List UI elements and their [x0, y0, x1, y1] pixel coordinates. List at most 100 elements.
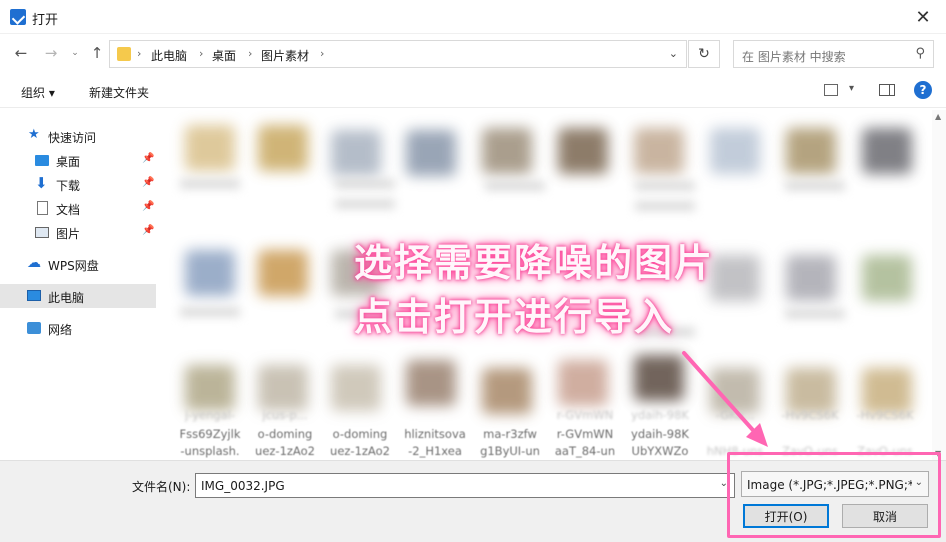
file-thumbnail[interactable] [634, 128, 684, 174]
file-thumbnail[interactable] [482, 368, 532, 414]
forward-arrow-icon[interactable]: → [42, 44, 60, 62]
breadcrumb-separator[interactable]: › [248, 47, 252, 60]
vertical-scrollbar[interactable]: ▲ ▼ [932, 110, 946, 460]
pictures-icon [35, 227, 49, 238]
sidebar-item-label: 下载 [56, 179, 81, 193]
star-icon: ★ [28, 127, 40, 142]
blurred-filename [335, 180, 395, 188]
new-folder-button[interactable]: 新建文件夹 [89, 84, 149, 101]
file-thumbnail[interactable] [258, 365, 308, 411]
preview-pane-icon[interactable] [879, 84, 895, 96]
blurred-filename [785, 182, 845, 190]
file-thumbnail[interactable] [786, 128, 836, 174]
file-thumbnail[interactable] [258, 125, 308, 171]
file-name: ma-r3zfw [483, 427, 537, 441]
file-thumbnail[interactable] [185, 250, 235, 296]
file-thumbnail[interactable] [710, 128, 760, 174]
file-name: jcus-p... [262, 408, 308, 422]
filename-input[interactable]: IMG_0032.JPG ⌄ [195, 473, 735, 498]
file-thumbnail[interactable] [862, 128, 912, 174]
file-name: o-doming [257, 427, 313, 441]
sidebar-item-label: 图片 [56, 227, 81, 241]
file-name: -Hv9CS6K [781, 408, 839, 422]
file-name: uez-1zAo2 [330, 444, 390, 458]
folder-icon [117, 47, 131, 61]
file-thumbnail[interactable] [786, 255, 836, 301]
scroll-up-icon[interactable]: ▲ [935, 112, 941, 121]
file-name: hliznitsova [404, 427, 466, 441]
recent-locations-dropdown-icon[interactable]: ⌄ [66, 44, 84, 62]
network-icon [27, 322, 41, 334]
search-icon[interactable]: ⚲ [915, 46, 925, 61]
file-thumbnail[interactable] [258, 250, 308, 296]
navigation-pane: ★ 快速访问 桌面 📌 ⬇ 下载 📌 文档 📌 图片 📌 ☁ WPS网盘 此电脑… [0, 110, 160, 460]
file-thumbnail[interactable] [185, 125, 235, 171]
organize-menu-button[interactable]: 组织 ▾ [21, 84, 55, 101]
address-bar[interactable]: › 此电脑 › 桌面 › 图片素材 › ⌄ [109, 40, 687, 68]
breadcrumb-separator[interactable]: › [137, 47, 141, 60]
file-thumbnail[interactable] [185, 365, 235, 411]
title-bar: 打开 ✕ [0, 0, 946, 34]
file-thumbnail[interactable] [710, 255, 760, 301]
blurred-filename [785, 310, 845, 318]
file-name: r-GVmWN [556, 427, 614, 441]
document-icon [37, 201, 48, 215]
sidebar-item-this-pc[interactable]: 此电脑 [0, 284, 156, 308]
filename-label: 文件名(N): [132, 480, 191, 494]
sidebar-item-documents[interactable]: 文档 📌 [0, 196, 156, 220]
blurred-filename [180, 180, 240, 188]
close-button[interactable]: ✕ [900, 0, 946, 34]
file-name: ydaih-98K [631, 427, 689, 441]
view-dropdown-icon[interactable]: ▾ [849, 83, 854, 94]
window-title: 打开 [32, 13, 59, 28]
sidebar-item-quick-access[interactable]: ★ 快速访问 [0, 124, 156, 148]
file-name: o-doming [332, 427, 388, 441]
back-arrow-icon[interactable]: ← [12, 44, 30, 62]
file-thumbnail[interactable] [862, 255, 912, 301]
file-name: g1ByUI-un [480, 444, 540, 458]
file-name: -GKu... [715, 408, 755, 422]
instruction-overlay-line-2: 点击打开进行导入 [354, 295, 675, 339]
file-name: aaT_84-un [554, 444, 616, 458]
cloud-icon: ☁ [27, 255, 41, 271]
pin-icon: 📌 [142, 177, 155, 188]
sidebar-item-label: 快速访问 [48, 131, 97, 145]
breadcrumb-this-pc[interactable]: 此电脑 [151, 47, 187, 64]
file-name: Fss69Zyjlk [179, 427, 241, 441]
sidebar-item-label: 文档 [56, 203, 81, 217]
sidebar-item-label: 此电脑 [48, 291, 85, 305]
sidebar-item-wps-cloud[interactable]: ☁ WPS网盘 [0, 252, 156, 276]
file-thumbnail[interactable] [331, 365, 381, 411]
file-thumbnail[interactable] [406, 130, 456, 176]
file-name: -2_H1xea [408, 444, 462, 458]
file-thumbnail[interactable] [331, 130, 381, 176]
refresh-button[interactable]: ↻ [688, 40, 720, 68]
file-thumbnail[interactable] [634, 355, 684, 401]
breadcrumb-desktop[interactable]: 桌面 [212, 47, 236, 64]
up-arrow-icon[interactable]: ↑ [88, 44, 106, 62]
blurred-filename [485, 182, 545, 190]
file-thumbnail[interactable] [406, 360, 456, 406]
help-icon[interactable]: ? [914, 81, 932, 99]
search-input[interactable]: 在 图片素材 中搜索 ⚲ [733, 40, 934, 68]
desktop-icon [35, 155, 49, 166]
download-icon: ⬇ [35, 174, 48, 192]
breadcrumb-image-assets[interactable]: 图片素材 [261, 47, 309, 64]
address-dropdown-icon[interactable]: ⌄ [669, 47, 678, 60]
sidebar-item-desktop[interactable]: 桌面 📌 [0, 148, 156, 172]
blurred-filename [635, 182, 695, 190]
file-thumbnail[interactable] [482, 128, 532, 174]
sidebar-item-label: WPS网盘 [48, 259, 99, 273]
filename-value: IMG_0032.JPG [201, 479, 285, 493]
sidebar-item-pictures[interactable]: 图片 📌 [0, 220, 156, 244]
breadcrumb-separator[interactable]: › [320, 47, 324, 60]
file-thumbnail[interactable] [558, 128, 608, 174]
file-name: ydaih-98K [631, 408, 689, 422]
sidebar-item-downloads[interactable]: ⬇ 下载 📌 [0, 172, 156, 196]
file-thumbnail[interactable] [558, 360, 608, 406]
breadcrumb-separator[interactable]: › [199, 47, 203, 60]
sidebar-item-network[interactable]: 网络 [0, 316, 156, 340]
file-name: uez-1zAo2 [255, 444, 315, 458]
file-name: UbYXWZo [631, 444, 689, 458]
view-options-icon[interactable] [824, 84, 838, 96]
